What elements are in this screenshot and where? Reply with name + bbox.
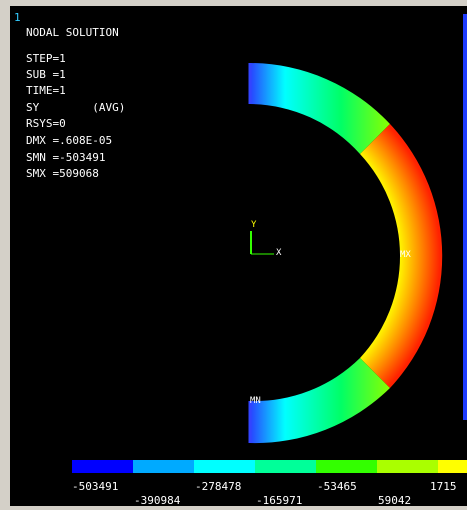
window-number: 1 [14,11,21,24]
dmx-label: DMX =.608E-05 [26,134,113,147]
plot-title: NODAL SOLUTION [26,26,119,39]
time-label: TIME=1 [26,84,66,97]
triad-y-label: Y [251,220,257,230]
ansys-graphics-window: 1 NODAL SOLUTION STEP=1 SUB =1 TIME=1 SY… [0,0,467,510]
legend-swatch [194,460,255,473]
legend-label: 1715 [430,480,457,493]
legend-swatch [316,460,377,473]
legend-label: -278478 [195,480,242,493]
sub-label: SUB =1 [26,68,66,81]
legend-swatch [133,460,194,473]
legend-label: 59042 [378,494,412,506]
ring-upper [250,63,390,154]
legend-label: -503491 [72,480,119,493]
ring-lower [250,358,390,444]
legend-label: -53465 [317,480,357,493]
legend-swatch [377,460,438,473]
smx-label: SMX =509068 [26,167,99,180]
triad-x-label: X [276,248,282,258]
contour-plot [248,63,443,444]
legend-label: -165971 [256,494,303,506]
rsys-label: RSYS=0 [26,117,66,130]
max-marker: MX [400,250,411,260]
legend-swatch [255,460,316,473]
min-marker: MN [250,396,261,406]
legend-swatch [438,460,467,473]
result-label: SY (AVG) [26,101,126,114]
smn-label: SMN =-503491 [26,151,106,164]
legend-swatch [72,460,133,473]
graphics-viewport[interactable]: 1 NODAL SOLUTION STEP=1 SUB =1 TIME=1 SY… [10,6,467,506]
window-frame-edge [463,14,467,420]
legend-label: -390984 [134,494,181,506]
step-label: STEP=1 [26,52,66,65]
